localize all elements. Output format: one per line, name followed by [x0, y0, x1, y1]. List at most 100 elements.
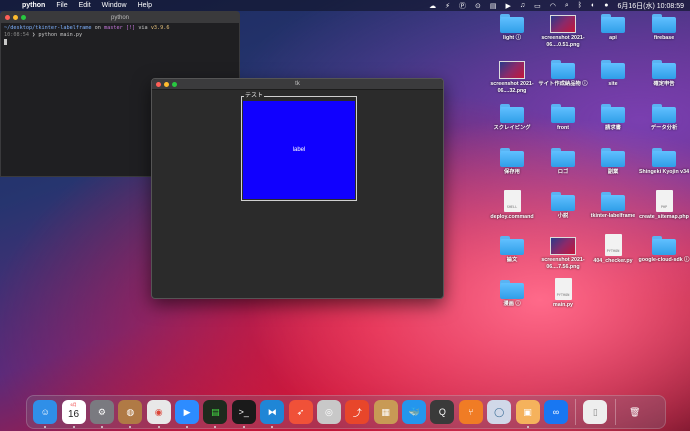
clipboard-icon[interactable]: ▤ [490, 2, 497, 10]
docker-icon: 🐳 [408, 406, 420, 417]
desktop-icon[interactable]: Shingeki Kyojin v34 [634, 146, 690, 176]
terminal-output[interactable]: ~/desktop/tkinter-labelframe on master [… [1, 23, 239, 49]
terminal-cursor [4, 39, 7, 45]
status-area: ☁ ⚡ Ⓟ ⊙ ▤ ▶ ♫ ▭ ◠ ⌕ ᛒ ◐ ● 6月16日(水) 10:08… [420, 1, 684, 11]
desktop-icon[interactable]: PHP create_sitemap.php [634, 190, 690, 221]
bluetooth-icon[interactable]: ᛒ [578, 2, 582, 9]
dock-terminal[interactable]: >_ [231, 400, 256, 428]
desktop-icon[interactable]: firebase [634, 12, 690, 42]
dock-sequel[interactable]: ◎ [316, 400, 341, 424]
running-indicator [129, 426, 132, 428]
menu-window[interactable]: Window [102, 2, 127, 9]
running-indicator [186, 426, 189, 428]
running-indicator [100, 426, 103, 428]
command-text: ❯ python main.py [32, 32, 83, 38]
desktop-icon-label: Shingeki Kyojin v34 [638, 169, 690, 175]
desktop-icon-label: 404_checker.py [593, 258, 633, 264]
close-icon[interactable] [5, 15, 10, 20]
desktop-icon[interactable]: データ分析 [634, 102, 690, 132]
notification-icon[interactable]: ● [604, 2, 608, 9]
dock-postgres[interactable]: ◯ [487, 400, 512, 424]
dock-trash[interactable]: 🗑 [623, 400, 647, 424]
contacts-icon: ◍ [126, 406, 135, 417]
dock-activity-monitor[interactable]: ▤ [203, 400, 228, 428]
loupe-icon[interactable]: ⊙ [475, 2, 481, 10]
prompt-via: via [138, 25, 148, 31]
close-icon[interactable] [156, 82, 161, 87]
document-type-badge: PYTHON [606, 249, 620, 253]
dock-document[interactable]: ▯ [583, 400, 608, 424]
headphones-icon[interactable]: ♫ [520, 2, 525, 9]
quicktime-icon: Q [438, 407, 446, 417]
preview-icon: ▣ [523, 406, 532, 417]
desktop-icon[interactable]: 確定申告 [634, 58, 690, 88]
dock-docker[interactable]: 🐳 [402, 400, 427, 424]
dock-contacts[interactable]: ◍ [118, 400, 143, 428]
control-center-icon[interactable]: ◐ [591, 2, 595, 9]
bolt-icon[interactable]: ⚡ [445, 2, 450, 10]
blue-label: label [243, 101, 355, 199]
menu-file[interactable]: File [56, 2, 67, 9]
desktop-icon-label: api [609, 35, 617, 41]
prompt-version: v3.9.6 [150, 25, 170, 31]
dock-preview[interactable]: ▣ [515, 400, 540, 428]
sourcetree-icon: ⑂ [468, 407, 474, 417]
tk-titlebar[interactable]: tk [152, 79, 443, 90]
dock-sourcetree[interactable]: ⑂ [458, 400, 483, 424]
battery-icon[interactable]: ▭ [534, 2, 541, 10]
dock-zoom[interactable]: ▶ [175, 400, 200, 428]
folder-icon [601, 104, 625, 123]
minimize-icon[interactable] [164, 82, 169, 87]
dock-quicktime[interactable]: Q [430, 400, 455, 424]
zoom-icon[interactable] [172, 82, 177, 87]
terminal-titlebar[interactable]: python [1, 12, 239, 23]
dock-stats[interactable]: ⤴ [345, 400, 370, 424]
document-icon: PYTHON [554, 278, 572, 300]
vscode-icon: ⧓ [267, 406, 277, 417]
dock-calendar[interactable]: 6月 16 [61, 400, 86, 428]
zoom-icon[interactable] [21, 15, 26, 20]
running-indicator [271, 426, 274, 428]
dock-separator [575, 399, 577, 425]
minimize-icon[interactable] [13, 15, 18, 20]
running-indicator [44, 426, 47, 428]
search-icon[interactable]: ⌕ [565, 2, 569, 10]
dock-system-preferences[interactable]: ⚙ [89, 400, 114, 428]
cloud-icon[interactable]: ☁ [429, 2, 436, 10]
folder-icon [601, 148, 625, 167]
desktop-icon-label: 請求書 [605, 125, 621, 131]
menu-clock[interactable]: 6月16日(水) 10:08:59 [617, 1, 684, 11]
folder-icon [652, 14, 676, 33]
desktop-icon[interactable]: PYTHON main.py [533, 278, 593, 309]
prompt-on: on [94, 25, 101, 31]
document-icon: PHP [655, 190, 673, 212]
labelframe-title: テスト [244, 93, 265, 100]
terminal-icon: >_ [238, 407, 249, 417]
desktop-icon-label: ロゴ [557, 169, 569, 175]
dock-swift[interactable]: ➶ [288, 400, 313, 424]
tk-window[interactable]: tk テスト label [151, 78, 444, 299]
infinity-icon: ∞ [552, 407, 560, 417]
dock-archive[interactable]: ▦ [373, 400, 398, 424]
play-icon[interactable]: ▶ [505, 2, 510, 10]
document-type-badge: PHP [660, 205, 668, 209]
tk-title: tk [295, 81, 300, 87]
p-icon[interactable]: Ⓟ [459, 1, 466, 11]
finder-icon: ☺ [40, 407, 50, 417]
desktop-icon-label: 論文 [506, 257, 518, 263]
document-icon: SHELL [503, 190, 521, 212]
dock-separator [614, 399, 616, 425]
desktop-icon[interactable]: google-cloud-sdk ⓘ [634, 234, 690, 264]
dock-chrome[interactable]: ◉ [146, 400, 171, 428]
menu-help[interactable]: Help [138, 2, 152, 9]
dock-infinity[interactable]: ∞ [543, 400, 568, 424]
labelframe: テスト label [241, 93, 357, 201]
dock-vscode[interactable]: ⧓ [260, 400, 285, 428]
folder-icon [652, 148, 676, 167]
wifi-icon[interactable]: ◠ [550, 2, 556, 10]
folder-icon [601, 14, 625, 33]
menu-app-python[interactable]: python [22, 2, 45, 9]
menu-edit[interactable]: Edit [79, 2, 91, 9]
desktop-icon-label: 副業 [607, 169, 619, 175]
dock-finder[interactable]: ☺ [33, 400, 58, 428]
